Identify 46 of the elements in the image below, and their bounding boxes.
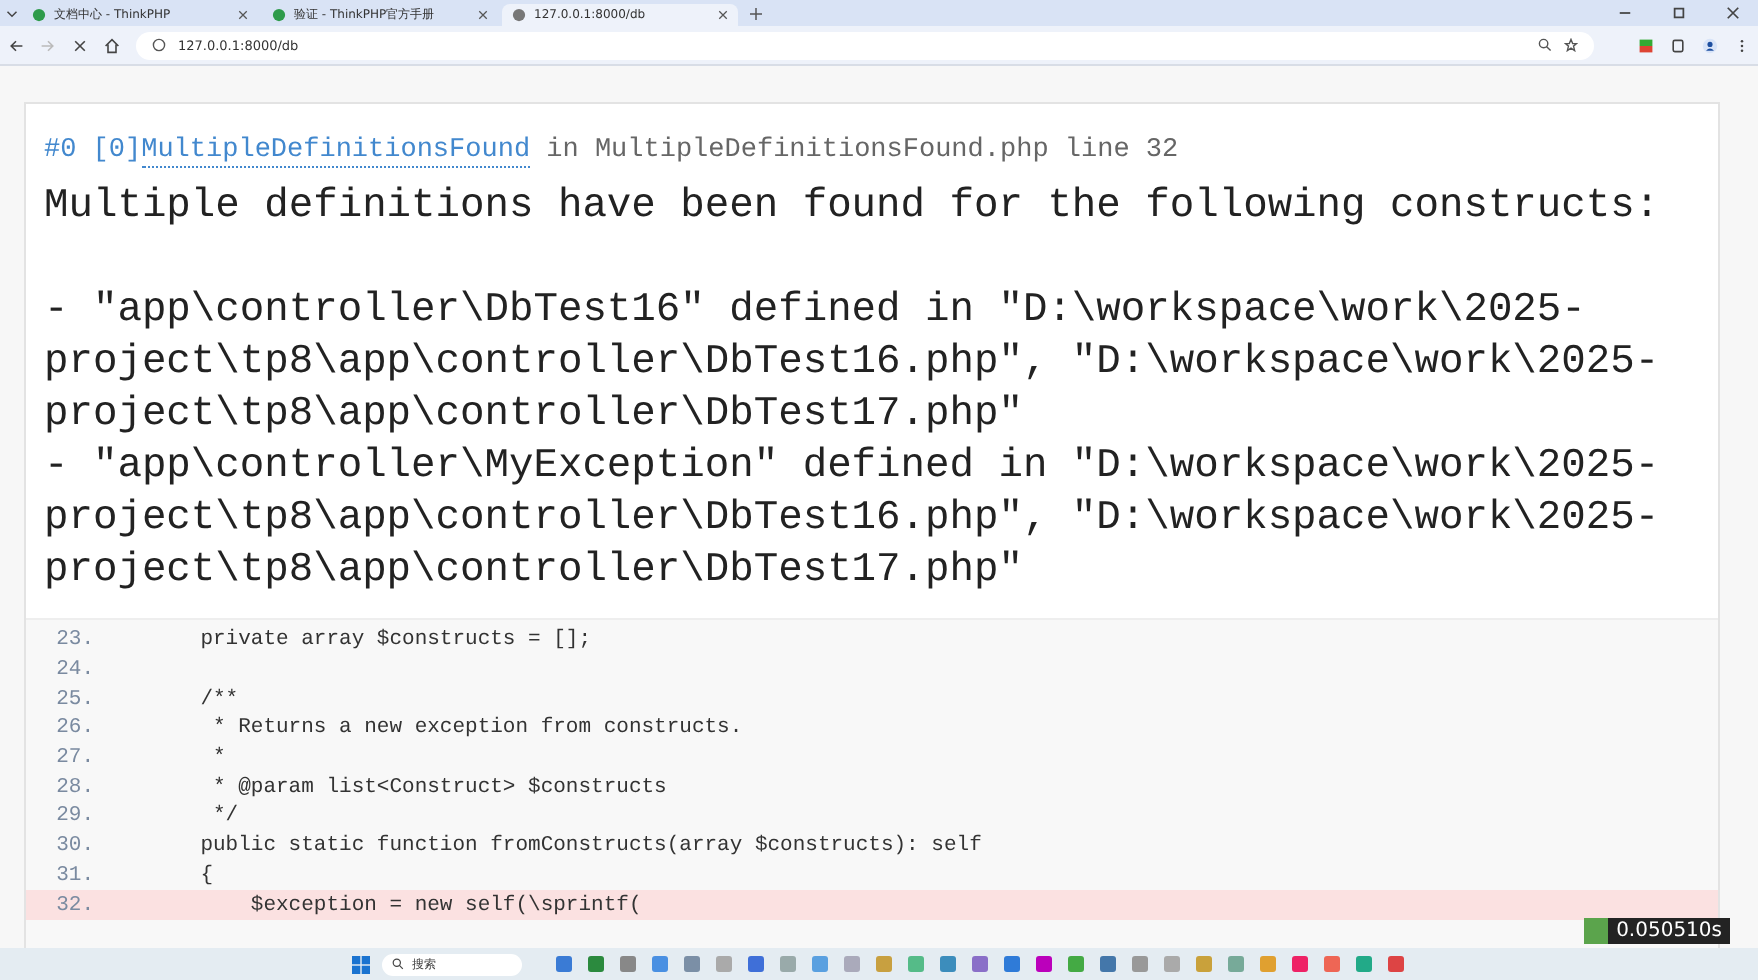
site-icon bbox=[32, 8, 46, 22]
site-icon bbox=[272, 8, 286, 22]
exception-detail: - "app\controller\MyException" defined in "D:\workspace\work\2025-project\tp8\app\controller\DbTest16.php", "D:\workspace\work\2025-project\tp8\app\controller\DbTest17.php" bbox=[42, 442, 1662, 598]
new-tab-icon[interactable] bbox=[750, 7, 762, 19]
exception-detail: - "app\controller\DbTest16" defined in "D:\workspace\work\2025-project\tp8\app\controller\DbTest16.php", "D:\workspace\work\2025-project\tp8\app\controller\DbTest17.php" bbox=[42, 286, 1662, 442]
zoom-icon[interactable] bbox=[1538, 38, 1552, 52]
code-line: $exception = new self(\sprintf( bbox=[248, 893, 642, 918]
sidebar-icon[interactable] bbox=[1670, 37, 1686, 53]
exception-location: #0 [0]MultipleDefinitionsFound in MultipleDefinitionsFound.php line 32 bbox=[42, 134, 1181, 172]
exception-message: Multiple definitions have been found for the following constructs: bbox=[42, 182, 1662, 234]
stop-icon[interactable] bbox=[72, 37, 88, 53]
profile-icon[interactable] bbox=[1702, 37, 1718, 53]
start-icon[interactable] bbox=[352, 955, 370, 973]
extension-icon[interactable] bbox=[1638, 37, 1654, 53]
search-icon bbox=[392, 958, 404, 970]
line-number: 23. bbox=[54, 628, 96, 653]
line-number: 28. bbox=[54, 775, 96, 800]
restore-icon[interactable] bbox=[1672, 6, 1686, 20]
close-icon[interactable] bbox=[1726, 6, 1740, 20]
info-icon bbox=[152, 38, 166, 52]
line-number: 31. bbox=[54, 863, 96, 888]
star-icon[interactable] bbox=[1564, 38, 1578, 52]
line-number: 26. bbox=[54, 716, 96, 741]
code-line: { bbox=[198, 863, 214, 888]
minimize-icon[interactable] bbox=[1618, 6, 1632, 20]
caret-icon[interactable] bbox=[6, 7, 18, 19]
code-line: private array $constructs = []; bbox=[198, 628, 592, 653]
site-icon bbox=[512, 8, 526, 22]
code-line: * bbox=[211, 746, 226, 771]
line-number: 27. bbox=[54, 746, 96, 771]
back-icon[interactable] bbox=[8, 37, 24, 53]
close-icon[interactable] bbox=[478, 10, 488, 20]
line-number: 32. bbox=[54, 893, 96, 918]
trace-badge[interactable]: 0.050510s bbox=[1584, 918, 1730, 944]
line-number: 30. bbox=[54, 834, 96, 859]
close-icon[interactable] bbox=[718, 10, 728, 20]
code-line: * Returns a new exception from constructs. bbox=[211, 716, 743, 741]
code-line: */ bbox=[211, 804, 239, 829]
code-line: public static function fromConstructs(array $constructs): self bbox=[198, 834, 982, 859]
code-line: /** bbox=[198, 687, 239, 712]
line-number: 24. bbox=[54, 658, 96, 683]
close-icon[interactable] bbox=[238, 10, 248, 20]
line-number: 29. bbox=[54, 804, 96, 829]
home-icon[interactable] bbox=[104, 37, 120, 53]
code-line: * @param list<Construct> $constructs bbox=[211, 775, 667, 800]
line-number: 25. bbox=[54, 687, 96, 712]
